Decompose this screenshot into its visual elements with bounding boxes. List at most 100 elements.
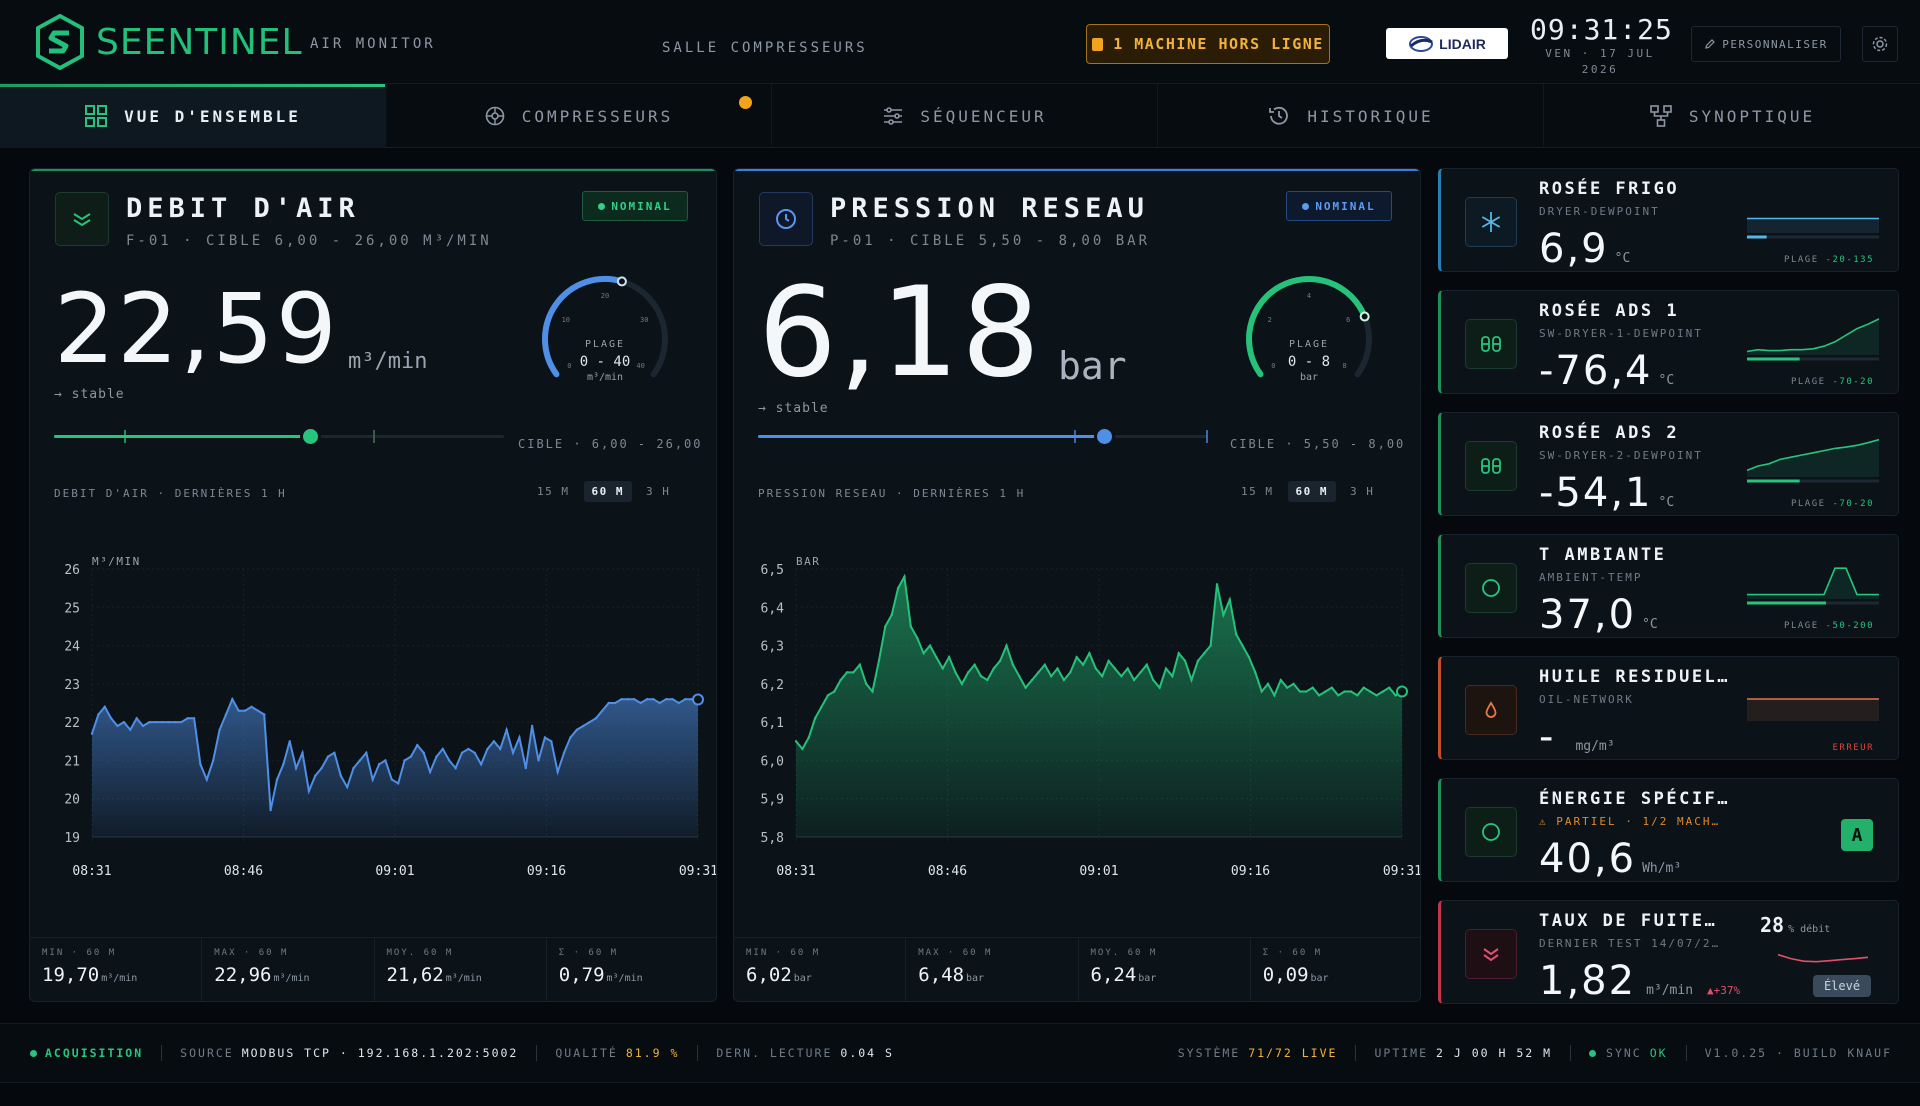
target-slider[interactable] (54, 425, 504, 449)
current-value: 6,18 (758, 261, 1043, 405)
data-point (1100, 675, 1104, 678)
data-point (180, 720, 183, 724)
data-point (1349, 690, 1353, 693)
data-point (492, 740, 496, 743)
data-point (428, 770, 432, 774)
data-point (537, 759, 540, 762)
settings-button[interactable] (1862, 26, 1898, 62)
location-label: SALLE COMPRESSEURS (662, 40, 868, 56)
data-point (833, 690, 836, 693)
data-point (371, 778, 374, 781)
data-point (205, 778, 209, 781)
range-3h-button[interactable]: 3 H (638, 481, 678, 502)
data-point (1215, 583, 1219, 586)
data-point (1005, 644, 1008, 647)
data-point (1056, 667, 1059, 670)
data-point (1381, 690, 1385, 693)
data-point (505, 728, 508, 731)
tab-history[interactable]: HISTORIQUE (1158, 84, 1544, 148)
data-point (1081, 663, 1085, 666)
data-point (358, 759, 362, 762)
tab-sequencer[interactable]: SÉQUENCEUR (772, 84, 1158, 148)
data-point (511, 751, 515, 754)
data-point (1203, 652, 1206, 655)
data-point (263, 713, 266, 716)
slider-knob[interactable] (300, 426, 321, 447)
sparkline (1746, 438, 1880, 483)
chevrons-down-icon (1483, 948, 1499, 962)
gauge-unit: m³/min (586, 372, 624, 383)
data-point (97, 713, 100, 716)
flow-panel-icon (55, 192, 109, 246)
trend-label: → stable (758, 401, 829, 416)
x-tick-label: 08:46 (224, 864, 263, 879)
sensor-card-ads2-dewpoint[interactable]: ROSÉE ADS 2 SW-DRYER-2-DEWPOINT -54,1 °C … (1438, 412, 1899, 516)
gauge-range: 0 - 8 (1287, 354, 1331, 370)
sensor-card-specific-energy[interactable]: ÉNERGIE SPÉCIF… ⚠ PARTIEL · 1/2 MACH… 40… (1438, 778, 1899, 882)
data-point (377, 763, 381, 766)
data-point (858, 663, 861, 666)
slider-knob[interactable] (1094, 426, 1115, 447)
data-point (684, 697, 687, 701)
target-slider[interactable] (758, 425, 1208, 449)
data-point (550, 740, 553, 743)
tab-synoptic[interactable]: SYNOPTIQUE (1544, 84, 1920, 148)
sparkline (1777, 953, 1869, 963)
tab-overview[interactable]: VUE D'ENSEMBLE (0, 84, 386, 148)
alert-indicator-icon (1092, 37, 1104, 51)
partial-warning: ⚠ PARTIEL · 1/2 MACH… (1539, 815, 1721, 828)
data-point (1183, 659, 1187, 663)
data-point (992, 667, 995, 670)
data-point (1075, 655, 1078, 659)
data-point (998, 659, 1002, 663)
top-bar: SEENTINEL AIR MONITOR SALLE COMPRESSEURS… (0, 0, 1920, 84)
y-tick-label: 6,5 (761, 563, 784, 578)
data-point (231, 697, 234, 701)
data-point (365, 751, 368, 754)
sensor-card-residual-oil[interactable]: HUILE RESIDUEL… OIL-NETWORK - mg/m³ ERREU… (1438, 656, 1899, 760)
data-point (1234, 632, 1238, 636)
circle-icon (1482, 823, 1500, 841)
data-point (1298, 690, 1302, 693)
data-point (250, 705, 253, 709)
target-range: CIBLE · 6,00 - 26,00 (518, 437, 703, 451)
range-60m-button[interactable]: 60 M (1287, 481, 1336, 502)
data-point (1043, 663, 1046, 666)
gauge-tick-label: 6 (1346, 316, 1350, 324)
data-point (947, 655, 951, 659)
gauge-tick-label: 20 (601, 292, 609, 300)
data-point (692, 693, 704, 706)
data-point (1292, 682, 1295, 686)
card-icon (1465, 441, 1517, 491)
data-point (794, 740, 798, 743)
data-point (839, 678, 842, 682)
tab-compressors[interactable]: COMPRESSEURS (386, 84, 772, 148)
range-3h-button[interactable]: 3 H (1342, 481, 1382, 502)
partner-logo: LIDAIR (1386, 28, 1508, 59)
sparkline-area (1747, 699, 1879, 721)
personalize-button[interactable]: PERSONNALISER (1691, 26, 1841, 62)
data-point (941, 667, 944, 670)
data-point (345, 786, 349, 789)
y-axis-label: BAR (796, 555, 820, 568)
data-point (1396, 685, 1408, 698)
data-point (307, 789, 311, 793)
clock-icon (776, 209, 796, 229)
range-15m-button[interactable]: 15 M (1233, 481, 1282, 502)
data-point (275, 778, 279, 781)
card-icon (1465, 563, 1517, 613)
range-15m-button[interactable]: 15 M (529, 481, 578, 502)
sensor-card-ambient-temp[interactable]: T AMBIANTE AMBIENT-TEMP 37,0 °C PLAGE -50… (1438, 534, 1899, 638)
data-point (826, 694, 830, 697)
data-point (1107, 659, 1110, 663)
data-point (1324, 690, 1327, 693)
sensor-card-ads1-dewpoint[interactable]: ROSÉE ADS 1 SW-DRYER-1-DEWPOINT -76,4 °C … (1438, 290, 1899, 394)
leak-delta: ▲+37% (1707, 984, 1741, 997)
sensor-card-dryer-dewpoint[interactable]: ROSÉE FRIGO DRYER-DEWPOINT 6,9 °C PLAGE -… (1438, 168, 1899, 272)
data-point (1088, 652, 1091, 655)
sensor-card-leak-rate[interactable]: TAUX DE FUITE… DERNIER TEST 14/07/2… 1,8… (1438, 900, 1899, 1004)
offline-alert-button[interactable]: 1 MACHINE HORS LIGNE (1086, 24, 1330, 64)
data-point (1062, 678, 1066, 682)
data-point (1024, 686, 1027, 689)
range-60m-button[interactable]: 60 M (583, 481, 632, 502)
